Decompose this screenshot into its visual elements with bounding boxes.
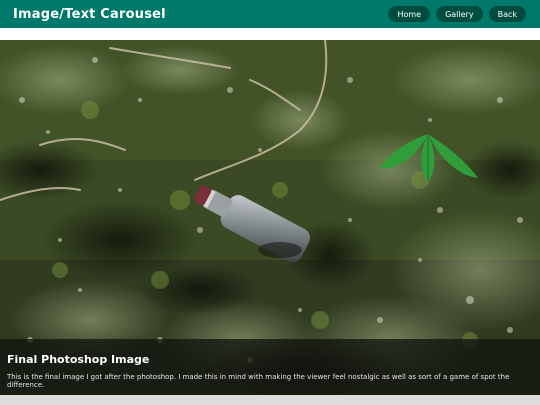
gallery-button[interactable]: Gallery	[436, 6, 483, 22]
app-header: Image/Text Carousel Home Gallery Back	[0, 0, 540, 28]
back-button[interactable]: Back	[488, 6, 526, 22]
home-button[interactable]: Home	[388, 6, 431, 22]
header-spacer	[0, 28, 540, 40]
footer-bar	[0, 395, 540, 405]
slide-caption: Final Photoshop Image This is the final …	[0, 339, 540, 395]
app-title: Image/Text Carousel	[13, 6, 166, 22]
slide-description: This is the final image I got after the …	[7, 373, 510, 389]
top-nav: Home Gallery Back	[388, 6, 528, 22]
slide-title: Final Photoshop Image	[7, 353, 150, 366]
